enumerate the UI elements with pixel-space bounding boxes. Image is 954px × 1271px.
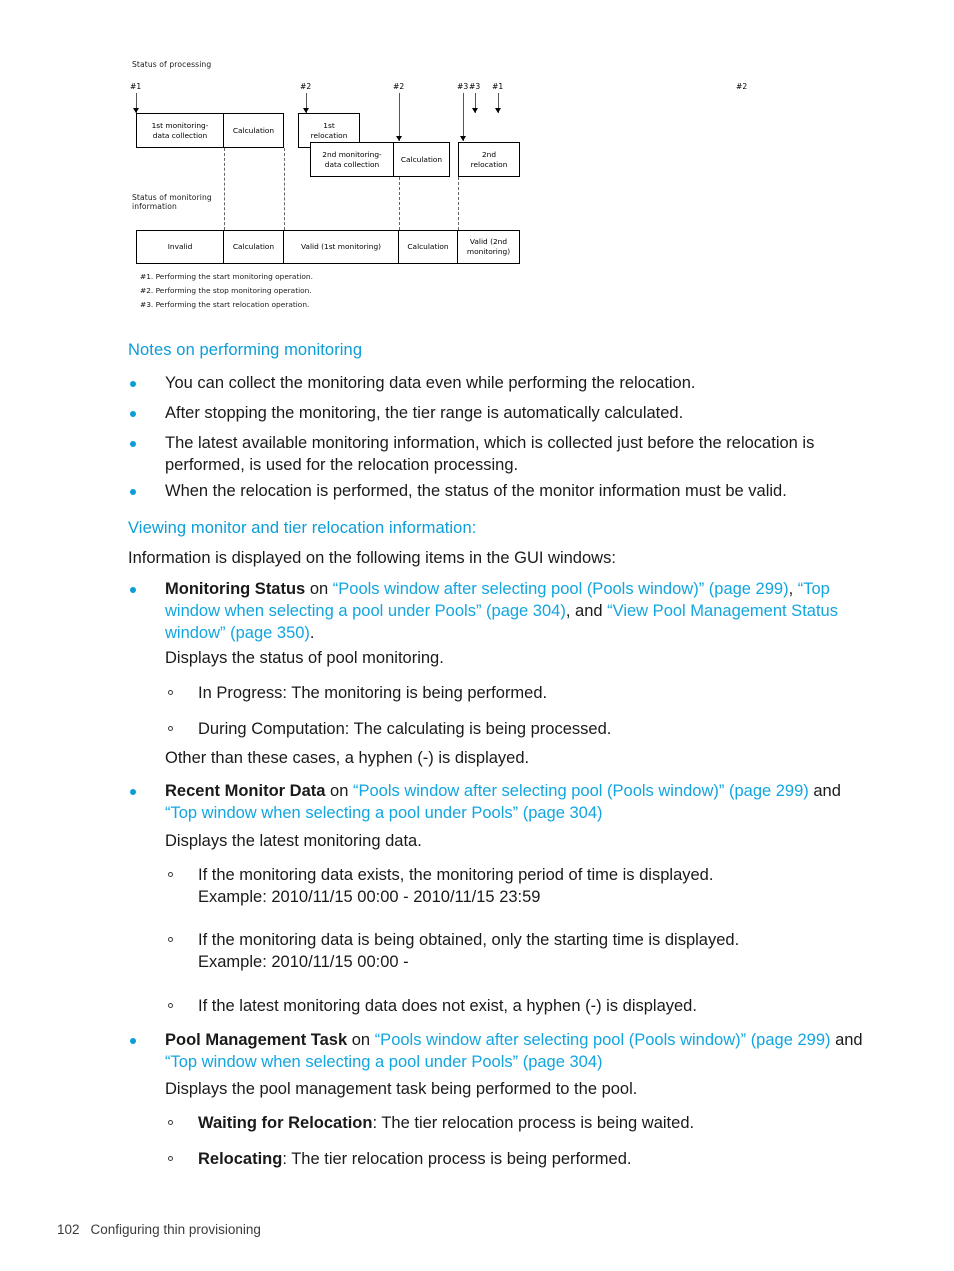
guide-dash-3 (399, 177, 400, 230)
guide-dash-1 (224, 148, 225, 230)
monitoring-status-subitem-1: In Progress: The monitoring is being per… (198, 684, 548, 702)
viewing-intro-text: Information is displayed on the followin… (128, 549, 616, 567)
sub-bullet-icon (168, 690, 173, 695)
page-footer: 102 Configuring thin provisioning (57, 1222, 261, 1237)
status-cell-calculation-1: Calculation (224, 230, 284, 264)
separator: and (808, 782, 841, 800)
arrow-head-3a (472, 108, 479, 113)
separator: , (788, 580, 798, 598)
arrow-line-2c (399, 93, 400, 141)
marker-2c: #2 (393, 82, 405, 91)
heading-notes-on-performing-monitoring: Notes on performing monitoring (128, 341, 363, 359)
figure-caption-status-of-monitoring-information: Status of monitoring information (132, 193, 212, 212)
sub-bullet-icon (168, 1120, 173, 1125)
box-calculation-2: Calculation (394, 142, 450, 177)
recent-monitor-data-item: Recent Monitor Data on “Pools window aft… (165, 780, 865, 824)
sub-bullet-icon (168, 872, 173, 877)
monitoring-status-subitem-2: During Computation: The calculating is b… (198, 720, 612, 738)
recent-monitor-data-subitem-3: If the latest monitoring data does not e… (198, 997, 697, 1015)
term-recent-monitor-data: Recent Monitor Data (165, 782, 326, 800)
separator: , and (565, 602, 608, 620)
figure-note-1: #1. Performing the start monitoring oper… (140, 272, 313, 281)
bullet-icon (130, 1038, 136, 1044)
term-monitoring-status: Monitoring Status (165, 580, 306, 598)
monitoring-status-trailer: Other than these cases, a hyphen (-) is … (165, 749, 530, 767)
status-cell-valid-1st: Valid (1st monitoring) (284, 230, 399, 264)
link-pools-window-page-299[interactable]: “Pools window after selecting pool (Pool… (353, 782, 809, 800)
recent-monitor-data-description: Displays the latest monitoring data. (165, 832, 422, 850)
bullet-icon (130, 411, 136, 417)
bullet-icon (130, 587, 136, 593)
status-cell-invalid: Invalid (136, 230, 224, 264)
bullet-icon (130, 789, 136, 795)
marker-2a: #2 (300, 82, 312, 91)
box-1st-monitoring-data-collection: 1st monitoring- data collection (136, 113, 224, 148)
separator: and (830, 1031, 863, 1049)
notes-bullet-1: You can collect the monitoring data even… (165, 374, 696, 392)
notes-bullet-2: After stopping the monitoring, the tier … (165, 404, 684, 422)
arrow-head-1b (495, 108, 502, 113)
pool-management-task-subitem-1: Waiting for Relocation: The tier relocat… (198, 1112, 878, 1134)
sub-bullet-icon (168, 1156, 173, 1161)
link-pools-window-page-299[interactable]: “Pools window after selecting pool (Pool… (333, 580, 789, 598)
notes-bullet-3: The latest available monitoring informat… (165, 434, 815, 474)
pool-management-task-description: Displays the pool management task being … (165, 1080, 638, 1098)
bullet-icon (130, 489, 136, 495)
term-relocating: Relocating (198, 1150, 283, 1168)
heading-viewing-monitor-and-tier-relocation-information: Viewing monitor and tier relocation info… (128, 519, 477, 537)
arrow-head-3c (460, 136, 467, 141)
period: . (309, 624, 315, 642)
connector-on: on (325, 782, 353, 800)
marker-1b: #1 (492, 82, 504, 91)
pool-management-task-subitem-2: Relocating: The tier relocation process … (198, 1148, 878, 1170)
marker-2b: #2 (736, 82, 748, 91)
marker-1a: #1 (130, 82, 142, 91)
box-2nd-monitoring-data-collection: 2nd monitoring- data collection (310, 142, 394, 177)
pool-management-task-item: Pool Management Task on “Pools window af… (165, 1029, 865, 1073)
connector-on: on (305, 580, 333, 598)
status-cell-valid-2nd: Valid (2nd monitoring) (458, 230, 520, 264)
marker-3a: #3 (469, 82, 481, 91)
figure-caption-status-of-processing: Status of processing (132, 60, 212, 69)
sub-bullet-icon (168, 1003, 173, 1008)
arrow-line-3c (463, 93, 464, 141)
monitoring-status-item: Monitoring Status on “Pools window after… (165, 578, 877, 644)
term-pool-management-task: Pool Management Task (165, 1031, 348, 1049)
figure-note-3: #3. Performing the start relocation oper… (140, 300, 310, 309)
sub-bullet-icon (168, 726, 173, 731)
sub-bullet-icon (168, 937, 173, 942)
term-waiting-for-relocation: Waiting for Relocation (198, 1114, 373, 1132)
recent-monitor-data-subitem-1: If the monitoring data exists, the monit… (198, 866, 714, 906)
recent-monitor-data-subitem-2: If the monitoring data is being obtained… (198, 931, 740, 971)
subitem-rest: : The tier relocation process is being w… (372, 1114, 695, 1132)
link-top-window-page-304[interactable]: “Top window when selecting a pool under … (165, 804, 603, 822)
guide-dash-2 (284, 148, 285, 230)
footer-chapter-title: Configuring thin provisioning (90, 1222, 261, 1237)
footer-page-number: 102 (57, 1222, 80, 1237)
link-top-window-page-304[interactable]: “Top window when selecting a pool under … (165, 1053, 603, 1071)
bullet-icon (130, 441, 136, 447)
figure-note-2: #2. Performing the stop monitoring opera… (140, 286, 312, 295)
monitoring-timeline-figure: Status of processing #1 #2 #3 #1 #2 #2 #… (128, 60, 747, 315)
bullet-icon (130, 381, 136, 387)
marker-3c: #3 (457, 82, 469, 91)
status-cell-calculation-2: Calculation (399, 230, 458, 264)
box-2nd-relocation: 2nd relocation (458, 142, 520, 177)
guide-dash-4 (458, 177, 459, 230)
connector-on: on (347, 1031, 375, 1049)
arrow-head-2c (396, 136, 403, 141)
notes-bullet-4: When the relocation is performed, the st… (165, 482, 787, 500)
box-calculation-1: Calculation (224, 113, 284, 148)
subitem-rest: : The tier relocation process is being p… (282, 1150, 632, 1168)
link-pools-window-page-299[interactable]: “Pools window after selecting pool (Pool… (375, 1031, 831, 1049)
monitoring-status-description: Displays the status of pool monitoring. (165, 649, 444, 667)
